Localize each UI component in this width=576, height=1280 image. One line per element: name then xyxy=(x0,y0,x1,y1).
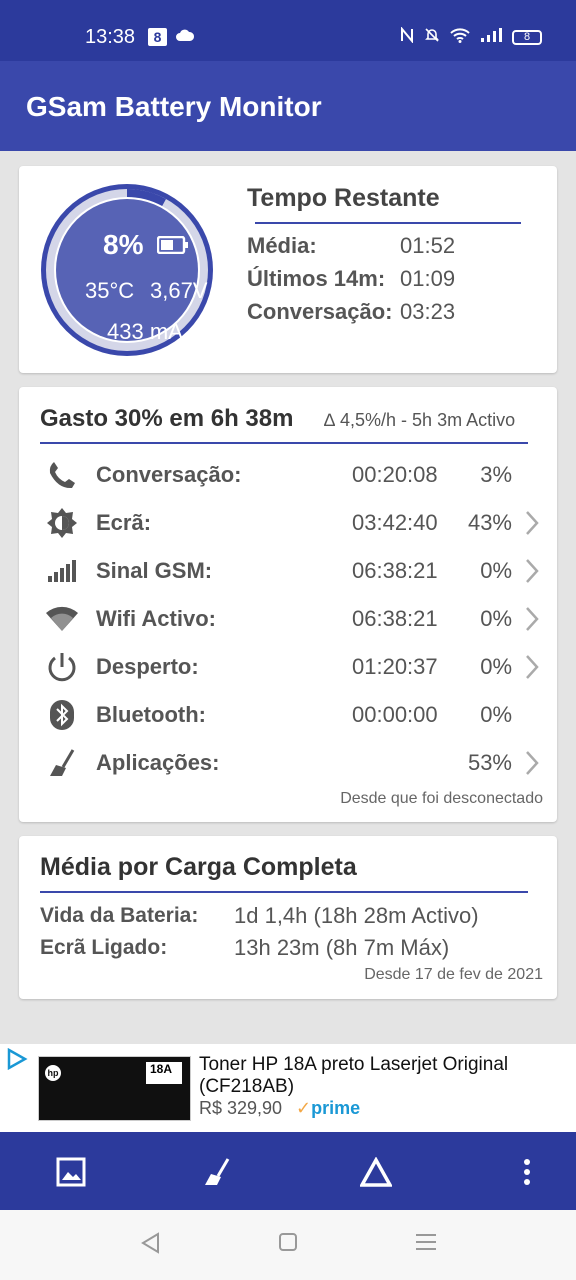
broom-icon[interactable] xyxy=(199,1154,235,1190)
usage-percent: 0% xyxy=(480,558,512,583)
prime-badge: ✓prime xyxy=(296,1098,361,1118)
usage-row-bluetooth: Bluetooth: 00:00:00 0% xyxy=(19,692,557,736)
delta-icon[interactable] xyxy=(358,1154,394,1190)
bluetooth-icon xyxy=(45,698,79,732)
app-title: GSam Battery Monitor xyxy=(26,91,322,122)
usage-label: Aplicações: xyxy=(96,750,220,775)
usage-label: Sinal GSM: xyxy=(96,558,213,583)
chevron-right-icon xyxy=(524,510,540,541)
usage-row-talk: Conversação: 00:20:08 3% xyxy=(19,452,557,496)
usage-percent: 0% xyxy=(480,702,512,727)
usage-percent: 0% xyxy=(480,606,512,631)
notification-badge: 8 xyxy=(148,28,167,46)
battery-icon xyxy=(156,235,189,259)
image-icon[interactable] xyxy=(53,1154,89,1190)
ad-choices-icon[interactable] xyxy=(6,1047,28,1075)
usage-time: 06:38:21 xyxy=(352,606,438,631)
average-label-screen: Ecrã Ligado: xyxy=(40,936,168,959)
battery-summary-card[interactable]: 8% 35°C 3,67V 433 mA Tempo Restante Médi… xyxy=(19,166,557,373)
bottom-toolbar xyxy=(0,1132,576,1210)
cell-signal-icon xyxy=(480,27,502,48)
battery-temperature: 35°C xyxy=(85,278,135,303)
remaining-label-average: Média: xyxy=(247,233,317,258)
usage-percent: 43% xyxy=(467,510,512,535)
prime-text: prime xyxy=(311,1098,361,1118)
usage-label: Ecrã: xyxy=(96,510,152,535)
product-label: 18A xyxy=(146,1062,182,1084)
remaining-title: Tempo Restante xyxy=(247,184,440,212)
usage-time: 00:00:00 xyxy=(352,702,438,727)
home-icon[interactable] xyxy=(278,1232,298,1257)
usage-percent: 53% xyxy=(467,750,512,775)
chevron-right-icon xyxy=(524,606,540,637)
usage-time: 00:20:08 xyxy=(352,462,438,487)
back-icon[interactable] xyxy=(140,1232,160,1259)
hp-logo: hp xyxy=(45,1065,61,1081)
system-navigation-bar xyxy=(0,1210,576,1280)
usage-percent: 0% xyxy=(480,654,512,679)
usage-card: Gasto 30% em 6h 38m ∆ 4,5%/h - 5h 3m Act… xyxy=(19,387,557,822)
average-value-screen: 13h 23m (8h 7m Máx) xyxy=(234,935,450,960)
average-card: Média por Carga Completa Vida da Bateria… xyxy=(19,836,557,999)
usage-time: 03:42:40 xyxy=(352,510,438,535)
average-title: Média por Carga Completa xyxy=(40,853,357,881)
title-divider xyxy=(40,891,528,893)
remaining-value-recent: 01:09 xyxy=(400,266,456,291)
average-footer: Desde 17 de fev de 2021 xyxy=(364,966,543,983)
usage-row-signal[interactable]: Sinal GSM: 06:38:21 0% xyxy=(19,548,557,592)
bell-muted-icon xyxy=(424,27,440,48)
usage-title: Gasto 30% em 6h 38m xyxy=(40,405,294,432)
usage-label: Conversação: xyxy=(96,462,242,487)
status-time: 13:38 xyxy=(85,26,136,48)
usage-time: 06:38:21 xyxy=(352,558,438,583)
screen-brightness-icon xyxy=(45,506,79,540)
battery-voltage: 3,67V xyxy=(150,278,208,303)
usage-label: Bluetooth: xyxy=(96,702,206,727)
battery-current: 433 mA xyxy=(107,319,183,344)
app-bar: GSam Battery Monitor xyxy=(0,61,576,151)
ad-product-image[interactable]: hp 18A xyxy=(38,1056,191,1121)
usage-label: Wifi Activo: xyxy=(96,606,216,631)
battery-status: 8 xyxy=(512,30,542,45)
power-icon xyxy=(45,650,79,684)
phone-icon xyxy=(45,458,79,492)
ad-title[interactable]: Toner HP 18A preto Laserjet Original (CF… xyxy=(199,1054,539,1098)
recents-icon[interactable] xyxy=(415,1232,437,1257)
nfc-icon xyxy=(400,26,414,48)
usage-label: Desperto: xyxy=(96,654,199,679)
usage-row-screen[interactable]: Ecrã: 03:42:40 43% xyxy=(19,500,557,544)
remaining-value-average: 01:52 xyxy=(400,233,456,258)
chevron-right-icon xyxy=(524,654,540,685)
broom-icon xyxy=(45,746,79,780)
usage-time: 01:20:37 xyxy=(352,654,438,679)
usage-row-wifi[interactable]: Wifi Activo: 06:38:21 0% xyxy=(19,596,557,640)
wifi-icon xyxy=(45,602,79,636)
wifi-status-icon xyxy=(450,27,470,48)
ad-price: R$ 329,90 xyxy=(199,1098,283,1118)
remaining-value-talk: 03:23 xyxy=(400,299,456,324)
usage-percent: 3% xyxy=(480,462,512,487)
chevron-right-icon xyxy=(524,558,540,589)
battery-percent: 8% xyxy=(103,229,144,260)
ad-banner[interactable]: hp 18A Toner HP 18A preto Laserjet Origi… xyxy=(0,1044,576,1132)
usage-rate: ∆ 4,5%/h - 5h 3m Activo xyxy=(324,410,516,430)
status-bar: 13:38 8 8 xyxy=(0,0,576,61)
remaining-label-recent: Últimos 14m: xyxy=(247,266,386,291)
usage-row-apps[interactable]: Aplicações: 53% xyxy=(19,740,557,784)
average-label-life: Vida da Bateria: xyxy=(40,904,199,927)
battery-gauge: 8% 35°C 3,67V 433 mA xyxy=(39,182,215,358)
average-value-life: 1d 1,4h (18h 28m Activo) xyxy=(234,903,479,928)
title-divider xyxy=(255,222,521,224)
more-options-icon[interactable] xyxy=(509,1154,545,1190)
remaining-label-talk: Conversação: xyxy=(247,299,393,324)
chevron-right-icon xyxy=(524,750,540,781)
title-divider xyxy=(40,442,528,444)
cloud-icon xyxy=(175,28,195,47)
usage-row-awake[interactable]: Desperto: 01:20:37 0% xyxy=(19,644,557,688)
signal-bars-icon xyxy=(45,554,79,588)
usage-footer: Desde que foi desconectado xyxy=(340,790,543,807)
